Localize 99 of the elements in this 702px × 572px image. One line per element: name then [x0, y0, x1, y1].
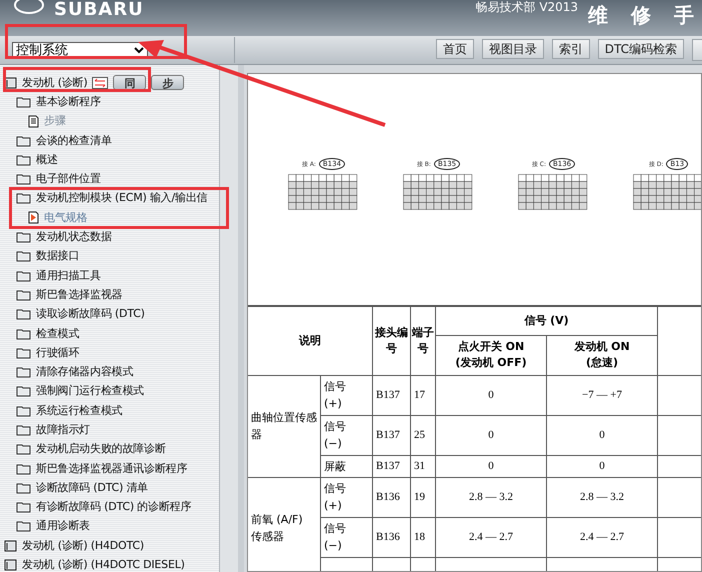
table-header: 点火开关 ON (发动机 OFF)	[436, 335, 546, 375]
table-header: 说明	[248, 306, 372, 375]
tree-item[interactable]: 电气规格	[44, 210, 88, 225]
folder-icon	[16, 134, 31, 147]
tree-item[interactable]: 数据接口	[36, 249, 80, 264]
tree-item[interactable]: 通用诊断表	[36, 519, 90, 534]
folder-icon	[16, 173, 31, 186]
table-cell: B137	[372, 415, 410, 455]
book-icon	[4, 76, 17, 89]
tree-item[interactable]: 检查模式	[36, 326, 80, 340]
toolbar-button[interactable]: DTC编码检索	[598, 39, 684, 59]
swap-arrows-icon[interactable]	[92, 76, 108, 89]
sync-button[interactable]: 同	[113, 75, 146, 90]
folder-icon	[16, 520, 31, 532]
book-icon	[4, 540, 17, 552]
table-cell: 0	[546, 415, 658, 455]
tree-item[interactable]: 行驶循环	[36, 346, 80, 360]
toolbar-button[interactable]: 首页	[436, 39, 474, 59]
table-cell: 0	[436, 375, 546, 415]
tree-item[interactable]: 诊断故障码 (DTC) 清单	[36, 480, 148, 495]
table-cell: 2.8 — 3.2	[436, 477, 546, 517]
table-cell: B136	[372, 477, 410, 517]
document-icon	[28, 114, 39, 128]
logo-icon	[14, 0, 44, 14]
table-cell: 0	[436, 455, 546, 477]
tree-item[interactable]: 发动机启动失败的故障诊断	[36, 442, 166, 456]
connector-pin-drawing	[403, 174, 474, 211]
tree-item[interactable]: 基本诊断程序	[36, 94, 101, 109]
chevron-down-icon	[134, 46, 144, 54]
folder-icon	[16, 404, 31, 417]
toolbar-button[interactable]: 索引	[552, 39, 590, 59]
tree-item[interactable]: 斯巴鲁选择监视器通讯诊断程序	[36, 462, 188, 476]
folder-icon	[16, 385, 31, 398]
table-header: 接头编号	[372, 306, 410, 375]
tree-item[interactable]: 通用扫描工具	[36, 268, 101, 283]
tree-item[interactable]: 清除存储器内容模式	[36, 365, 134, 380]
folder-icon	[16, 443, 31, 456]
table-cell: B137	[372, 455, 410, 477]
folder-icon	[16, 366, 31, 378]
folder-icon	[16, 462, 31, 475]
tree-item[interactable]: 斯巴鲁选择监视器	[36, 288, 122, 302]
tree-item[interactable]: 发动机 (诊断)	[22, 76, 88, 90]
toolbar-button[interactable]: 视图目录	[482, 39, 544, 59]
table-cell: 18	[410, 517, 436, 557]
table-cell: 17	[410, 375, 436, 415]
vendor-label: 畅易技术部 V2013	[476, 0, 578, 14]
table-cell: −7 — +7	[546, 375, 658, 415]
tree-item[interactable]: 概述	[36, 152, 58, 167]
table-header: 信号 (V)	[436, 306, 658, 335]
folder-icon	[16, 308, 31, 320]
table-cell: 信号 (+)	[320, 375, 372, 415]
scrollbar[interactable]	[219, 65, 238, 572]
folder-icon	[16, 250, 31, 262]
connector-pin-drawing	[518, 174, 589, 211]
tree-item[interactable]: 会谈的检查清单	[36, 134, 112, 148]
table-cell: 31	[410, 455, 436, 477]
tree-item[interactable]: 读取诊断故障码 (DTC)	[36, 307, 145, 322]
tree-item[interactable]: 强制阀门运行检查模式	[36, 384, 144, 398]
table-header: 端子号	[410, 306, 436, 375]
table-cell: 曲轴位置传感器	[248, 375, 320, 477]
folder-icon	[16, 424, 31, 436]
folder-icon	[16, 482, 31, 494]
table-cell: B136	[372, 517, 410, 557]
folder-icon	[16, 231, 31, 244]
folder-icon	[16, 96, 31, 108]
brand-name: SUBARU	[54, 0, 144, 20]
app-title: 维 修 手	[588, 2, 702, 29]
table-cell: 19	[410, 477, 436, 517]
tree-item[interactable]: 有诊断故障码 (DTC) 的诊断程序	[36, 500, 192, 514]
document-icon	[28, 211, 39, 224]
tree-item[interactable]: 故障指示灯	[36, 422, 90, 437]
folder-icon	[16, 328, 31, 340]
book-icon	[4, 559, 17, 572]
folder-icon	[16, 270, 31, 282]
folder-icon	[16, 346, 31, 359]
tree-item[interactable]: 发动机状态数据	[36, 230, 112, 244]
tree-item[interactable]: 电子部件位置	[36, 172, 101, 186]
table-cell: 信号 (+)	[320, 477, 372, 517]
folder-icon	[16, 501, 31, 514]
table-cell: 2.4 — 2.7	[546, 517, 658, 557]
folder-icon	[16, 192, 31, 204]
tree-item[interactable]: 系统运行检查模式	[36, 404, 122, 418]
table-cell: B137	[372, 375, 410, 415]
folder-icon	[16, 288, 31, 301]
table-cell: 信号 (−)	[320, 415, 372, 455]
tree-item[interactable]: 发动机 (诊断) (H4DOTC)	[22, 538, 144, 553]
table-cell: 屏蔽	[320, 455, 372, 477]
sync-button[interactable]: 步	[151, 75, 184, 90]
connector-pin-drawing	[288, 174, 359, 211]
table-cell: 25	[410, 415, 436, 455]
tree-item[interactable]: 发动机 (诊断) (H4DOTC DIESEL)	[22, 558, 185, 572]
table-cell: 2.4 — 2.7	[436, 517, 546, 557]
folder-icon	[16, 154, 31, 166]
table-cell: 2.8 — 3.2	[546, 477, 658, 517]
table-cell: 0	[436, 415, 546, 455]
table-cell: 信号 (−)	[320, 517, 372, 557]
table-cell: 0	[546, 455, 658, 477]
tree-item[interactable]: 发动机控制模块 (ECM) 输入/输出信	[36, 191, 208, 206]
table-cell: 前氧 (A/F) 传感器	[248, 477, 320, 571]
